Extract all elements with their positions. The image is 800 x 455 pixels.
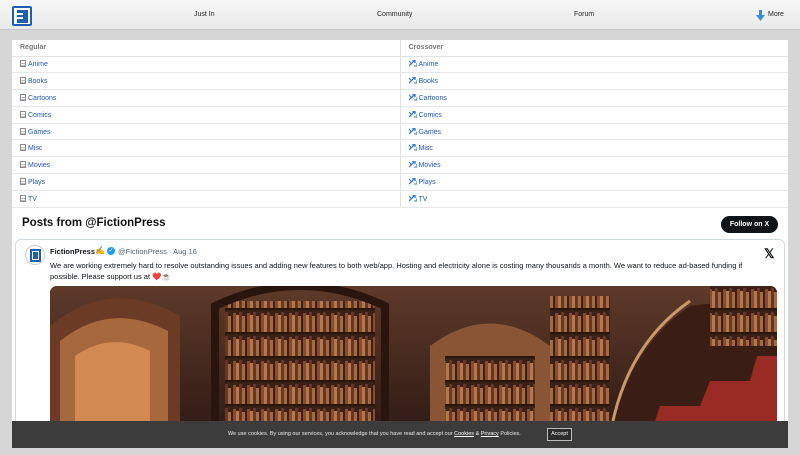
crossover-category-link[interactable]: Games — [400, 123, 788, 141]
cookie-banner: We use cookies. By using our services, y… — [12, 421, 788, 448]
regular-category-link[interactable]: Comics — [12, 106, 401, 124]
main-content: Regular Crossover Anime Anime Books Books Ca… — [12, 40, 788, 429]
regular-category-label: Anime — [28, 61, 48, 69]
regular-category-link[interactable]: TV — [12, 190, 401, 208]
cookie-message: We use cookies. By using our services, y… — [228, 431, 521, 437]
crossover-icon — [408, 127, 417, 135]
category-row: Comics Comics — [12, 106, 788, 124]
crossover-category-label: Comics — [418, 111, 442, 119]
nav-forum[interactable]: Forum — [574, 11, 594, 18]
crossover-category-link[interactable]: TV — [400, 190, 788, 208]
document-icon — [20, 177, 26, 185]
crossover-category-link[interactable]: Books — [400, 72, 788, 91]
regular-category-label: Games — [28, 128, 51, 136]
category-row: Anime Anime — [12, 56, 788, 74]
tweet-image[interactable] — [50, 286, 777, 428]
accept-cookies-button[interactable]: Accept — [547, 428, 572, 441]
posts-title: Posts from @FictionPress — [22, 217, 166, 229]
top-navigation: Just In Community Forum More — [0, 0, 800, 30]
crossover-category-label: Games — [418, 128, 442, 136]
crossover-category-link[interactable]: Comics — [400, 106, 788, 124]
column-header-crossover: Crossover — [400, 40, 788, 57]
verified-badge-icon: ✓ — [107, 247, 115, 255]
document-icon — [20, 110, 26, 118]
cookie-text: We use cookies. By using our services, y… — [228, 431, 453, 437]
embedded-tweet[interactable]: FictionPress ✍️ ✓ @FictionPress · Aug 16… — [15, 239, 785, 429]
crossover-category-link[interactable]: Anime — [400, 56, 788, 74]
category-row: Movies Movies — [12, 156, 788, 175]
crossover-icon — [408, 194, 417, 202]
regular-category-label: Books — [28, 78, 48, 86]
category-row: Books Books — [12, 72, 788, 91]
avatar[interactable] — [25, 245, 45, 265]
category-row: Misc Misc — [12, 139, 788, 158]
regular-category-link[interactable]: Books — [12, 72, 401, 91]
regular-category-label: Plays — [28, 178, 46, 186]
crossover-category-label: TV — [418, 195, 428, 203]
crossover-category-link[interactable]: Plays — [400, 173, 788, 191]
crossover-category-link[interactable]: Movies — [400, 156, 788, 175]
tweet-text: We are working extremely hard to resolve… — [50, 260, 770, 282]
regular-category-link[interactable]: Games — [12, 123, 401, 141]
arrow-down-icon[interactable] — [756, 10, 765, 21]
nav-just-in[interactable]: Just In — [194, 11, 215, 18]
category-row: Plays Plays — [12, 173, 788, 191]
tweet-handle-date[interactable]: @FictionPress · Aug 16 — [118, 247, 197, 256]
regular-category-link[interactable]: Movies — [12, 156, 401, 175]
crossover-category-link[interactable]: Misc — [400, 139, 788, 158]
follow-on-x-button[interactable]: Follow on X — [721, 216, 778, 233]
category-list: Anime Anime Books Books Cartoons Cartoons Comi… — [12, 56, 788, 208]
regular-category-label: Movies — [28, 162, 51, 170]
regular-category-label: Misc — [28, 145, 43, 153]
regular-category-link[interactable]: Anime — [12, 56, 401, 74]
crossover-icon — [408, 77, 417, 84]
category-row: Games Games — [12, 123, 788, 141]
crossover-icon — [408, 144, 417, 151]
crossover-icon — [408, 60, 417, 67]
crossover-category-label: Books — [418, 78, 438, 86]
crossover-category-label: Movies — [418, 162, 441, 170]
crossover-icon — [408, 177, 417, 185]
crossover-category-link[interactable]: Cartoons — [400, 89, 788, 107]
crossover-category-label: Plays — [418, 178, 436, 186]
crossover-icon — [408, 110, 417, 118]
nav-more[interactable]: More — [768, 11, 784, 18]
regular-category-label: Comics — [28, 111, 52, 119]
crossover-category-label: Anime — [418, 61, 439, 69]
regular-category-label: TV — [28, 195, 37, 203]
cookies-link[interactable]: Cookies — [454, 431, 474, 437]
document-icon — [20, 161, 26, 169]
writing-hand-emoji: ✍️ — [95, 246, 105, 255]
nav-community[interactable]: Community — [377, 11, 412, 18]
heart-coffee-emoji: ❤️☕ — [152, 272, 171, 281]
document-icon — [20, 93, 26, 101]
category-row: Cartoons Cartoons — [12, 89, 788, 107]
document-icon — [20, 77, 26, 85]
crossover-icon — [408, 93, 417, 101]
crossover-category-label: Cartoons — [418, 94, 447, 102]
document-icon — [20, 194, 26, 202]
library-illustration — [50, 286, 777, 428]
avatar-logo — [30, 249, 41, 262]
privacy-link[interactable]: Privacy — [481, 431, 499, 437]
category-table: Regular Crossover Anime Anime Books Books Ca… — [12, 40, 788, 208]
crossover-category-label: Misc — [418, 145, 433, 153]
site-logo[interactable] — [12, 6, 32, 26]
logo-bar — [17, 13, 23, 15]
logo-bar — [17, 17, 23, 19]
document-icon — [20, 60, 26, 68]
document-icon — [20, 127, 26, 135]
column-header-regular: Regular — [12, 40, 401, 57]
regular-category-link[interactable]: Misc — [12, 139, 401, 158]
regular-category-link[interactable]: Cartoons — [12, 89, 401, 107]
regular-category-label: Cartoons — [28, 94, 57, 102]
category-row: TV TV — [12, 190, 788, 208]
document-icon — [20, 144, 26, 152]
tweet-author-name[interactable]: FictionPress — [50, 247, 95, 256]
cookie-amp: & — [475, 431, 480, 437]
crossover-icon — [408, 161, 417, 168]
regular-category-link[interactable]: Plays — [12, 173, 401, 191]
cookie-text-end: Policies. — [500, 431, 521, 437]
